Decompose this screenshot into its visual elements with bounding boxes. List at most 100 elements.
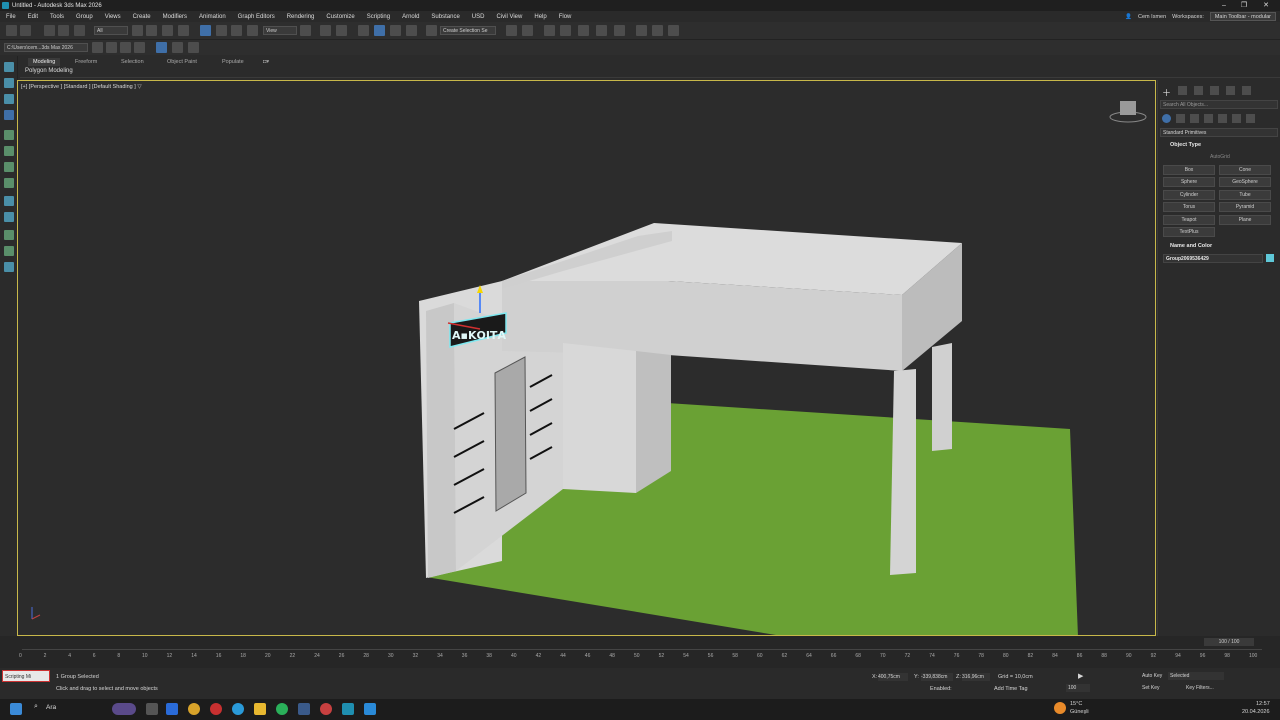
project-icon-2[interactable] [106,42,117,53]
taskbar-app-1[interactable] [112,703,136,715]
select-object-icon[interactable] [132,25,143,36]
clock-date[interactable]: 20.04.2026 [1242,709,1270,715]
create-tab-icon[interactable]: ＋ [1162,86,1171,99]
left-tool-icon-6[interactable] [4,146,14,156]
taskbar-app-2[interactable] [166,703,178,715]
cameras-icon[interactable] [1204,114,1213,123]
taskbar-app-5[interactable] [364,703,376,715]
menu-tools[interactable]: Tools [44,14,70,20]
frame-field[interactable]: 100 [1066,684,1090,692]
geometry-icon[interactable] [1162,114,1171,123]
place-icon[interactable] [247,25,258,36]
curve-editor-icon[interactable] [578,25,589,36]
clock-time[interactable]: 12:57 [1256,701,1270,707]
left-tool-icon-12[interactable] [4,246,14,256]
render-frame-icon[interactable] [652,25,663,36]
task-view-icon[interactable] [146,703,158,715]
weather-icon[interactable] [1054,702,1066,714]
menu-views[interactable]: Views [99,14,127,20]
geosphere-button[interactable]: GeoSphere [1219,177,1271,187]
taskbar-search-icon[interactable]: ⌕ [34,703,38,711]
modify-tab-icon[interactable] [1178,86,1187,95]
left-tool-icon-3[interactable] [4,94,14,104]
taskbar-app-4[interactable] [320,703,332,715]
keyboard-shortcut-icon[interactable] [336,25,347,36]
lights-icon[interactable] [1190,114,1199,123]
coord-z-value[interactable]: 316,96cm [962,673,990,681]
project-icon-1[interactable] [92,42,103,53]
scene-explorer-icon[interactable] [560,25,571,36]
left-tool-icon-4[interactable] [4,110,14,120]
menu-graph-editors[interactable]: Graph Editors [232,14,281,20]
pivot-icon[interactable] [300,25,311,36]
ribbon-options-icon[interactable]: ◘▾ [258,58,274,66]
name-color-header[interactable]: Name and Color [1170,243,1212,249]
file-explorer-icon[interactable] [254,703,266,715]
spacewarps-icon[interactable] [1232,114,1241,123]
maximize-button[interactable]: ❐ [1234,0,1254,11]
percent-snap-icon[interactable] [390,25,401,36]
helpers-icon[interactable] [1218,114,1227,123]
perspective-viewport[interactable]: [+] [Perspective ] [Standard ] [Default … [17,80,1156,636]
add-time-tag[interactable]: Add Time Tag [994,686,1028,692]
menu-flow[interactable]: Flow [553,14,578,20]
start-icon[interactable] [10,703,22,715]
reference-coord-dropdown[interactable]: View [263,26,297,35]
scene-canvas[interactable]: Α▪ΚΟΙΤΑ [18,81,1156,636]
menu-group[interactable]: Group [70,14,99,20]
pyramid-button[interactable]: Pyramid [1219,202,1271,212]
link-icon[interactable] [44,25,55,36]
workspace-dropdown[interactable]: Main Toolbar - modular [1209,12,1276,21]
render-icon[interactable] [668,25,679,36]
systems-icon[interactable] [1246,114,1255,123]
select-manipulate-icon[interactable] [320,25,331,36]
move-icon[interactable] [200,25,211,36]
schematic-view-icon[interactable] [596,25,607,36]
left-tool-icon-1[interactable] [4,62,14,72]
coord-x-value[interactable]: 400,75cm [878,673,908,681]
cylinder-button[interactable]: Cylinder [1163,190,1215,200]
set-key-button[interactable]: Set Key [1142,685,1160,691]
align-icon[interactable] [522,25,533,36]
minimize-button[interactable]: – [1214,0,1234,11]
shapes-icon[interactable] [1176,114,1185,123]
cone-button[interactable]: Cone [1219,165,1271,175]
textplus-button[interactable]: TextPlus [1163,227,1215,237]
project-icon-7[interactable] [188,42,199,53]
project-icon-5[interactable] [156,42,167,53]
project-path-dropdown[interactable]: C:\Users\cem...3ds Max 2026 [4,43,88,52]
menu-file[interactable]: File [0,14,22,20]
window-crossing-icon[interactable] [178,25,189,36]
spotify-icon[interactable] [276,703,288,715]
plane-button[interactable]: Plane [1219,215,1271,225]
bind-spacewarp-icon[interactable] [74,25,85,36]
left-tool-icon-7[interactable] [4,162,14,172]
menu-modifiers[interactable]: Modifiers [157,14,193,20]
menu-edit[interactable]: Edit [22,14,44,20]
utilities-tab-icon[interactable] [1242,86,1251,95]
close-button[interactable]: ✕ [1256,0,1276,11]
tab-selection[interactable]: Selection [116,58,149,66]
motion-tab-icon[interactable] [1210,86,1219,95]
maxscript-listener[interactable]: Scripting Mi [2,670,50,682]
project-icon-3[interactable] [120,42,131,53]
sphere-button[interactable]: Sphere [1163,177,1215,187]
timeline[interactable]: 100 / 100 0 2 4 6 8 10 12 14 16 18 20 22 24 26 28 30 32 3… [0,636,1280,668]
left-tool-icon-10[interactable] [4,212,14,222]
scale-icon[interactable] [231,25,242,36]
chrome-icon[interactable] [188,703,200,715]
auto-key-button[interactable]: Auto Key [1142,673,1162,679]
render-setup-icon[interactable] [636,25,647,36]
rotate-icon[interactable] [216,25,227,36]
angle-snap-icon[interactable] [374,25,385,36]
torus-button[interactable]: Torus [1163,202,1215,212]
left-tool-icon-11[interactable] [4,230,14,240]
project-icon-6[interactable] [172,42,183,53]
tab-populate[interactable]: Populate [217,58,249,66]
tab-modeling[interactable]: Modeling [28,58,61,66]
menu-help[interactable]: Help [528,14,552,20]
selection-filter-dropdown[interactable]: All [94,26,128,35]
time-slider[interactable]: 100 / 100 [1204,638,1254,646]
tab-freeform[interactable]: Freeform [70,58,102,66]
tube-button[interactable]: Tube [1219,190,1271,200]
